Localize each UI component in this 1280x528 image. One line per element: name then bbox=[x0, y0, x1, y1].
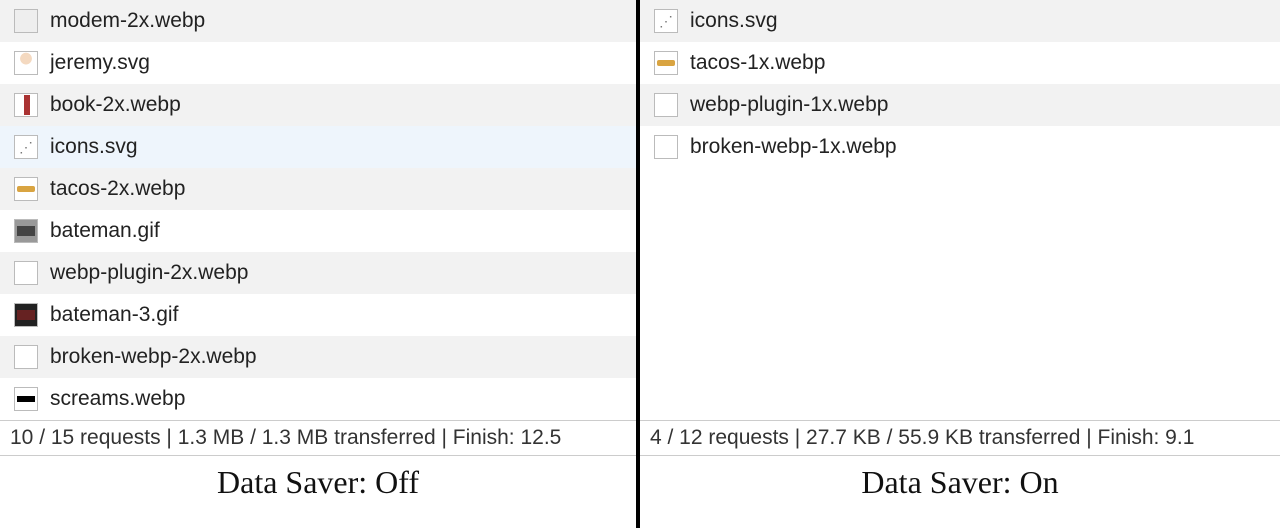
file-thumbnail-icon bbox=[654, 9, 678, 33]
status-text: 10 / 15 requests | 1.3 MB / 1.3 MB trans… bbox=[10, 426, 561, 450]
table-row[interactable]: modem-2x.webp bbox=[0, 0, 636, 42]
table-row[interactable]: webp-plugin-1x.webp bbox=[640, 84, 1280, 126]
table-row[interactable]: bateman-3.gif bbox=[0, 294, 636, 336]
file-thumbnail-icon bbox=[654, 93, 678, 117]
file-name-label: bateman.gif bbox=[50, 219, 160, 243]
table-row[interactable]: bateman.gif bbox=[0, 210, 636, 252]
file-thumbnail-icon bbox=[654, 135, 678, 159]
table-row[interactable]: book-2x.webp bbox=[0, 84, 636, 126]
table-row[interactable]: broken-webp-1x.webp bbox=[640, 126, 1280, 168]
file-name-label: tacos-1x.webp bbox=[690, 51, 825, 75]
file-thumbnail-icon bbox=[654, 51, 678, 75]
file-name-label: webp-plugin-2x.webp bbox=[50, 261, 248, 285]
file-thumbnail-icon bbox=[14, 261, 38, 285]
table-row[interactable]: webp-plugin-2x.webp bbox=[0, 252, 636, 294]
file-thumbnail-icon bbox=[14, 93, 38, 117]
file-name-label: broken-webp-1x.webp bbox=[690, 135, 897, 159]
file-name-label: icons.svg bbox=[50, 135, 138, 159]
table-row[interactable]: screams.webp bbox=[0, 378, 636, 420]
file-thumbnail-icon bbox=[14, 219, 38, 243]
file-name-label: book-2x.webp bbox=[50, 93, 181, 117]
status-bar-left: 10 / 15 requests | 1.3 MB / 1.3 MB trans… bbox=[0, 420, 636, 456]
file-name-label: modem-2x.webp bbox=[50, 9, 205, 33]
file-thumbnail-icon bbox=[14, 303, 38, 327]
table-row[interactable]: tacos-2x.webp bbox=[0, 168, 636, 210]
caption-left: Data Saver: Off bbox=[0, 456, 636, 505]
file-name-label: jeremy.svg bbox=[50, 51, 150, 75]
pane-data-saver-on: icons.svg tacos-1x.webp webp-plugin-1x.web… bbox=[640, 0, 1280, 528]
status-text: 4 / 12 requests | 27.7 KB / 55.9 KB tran… bbox=[650, 426, 1194, 450]
file-list-right: icons.svg tacos-1x.webp webp-plugin-1x.web… bbox=[640, 0, 1280, 168]
table-row[interactable]: icons.svg bbox=[640, 0, 1280, 42]
table-row[interactable]: jeremy.svg bbox=[0, 42, 636, 84]
file-thumbnail-icon bbox=[14, 9, 38, 33]
file-thumbnail-icon bbox=[14, 135, 38, 159]
file-name-label: webp-plugin-1x.webp bbox=[690, 93, 888, 117]
file-thumbnail-icon bbox=[14, 51, 38, 75]
table-row[interactable]: broken-webp-2x.webp bbox=[0, 336, 636, 378]
file-list-left: modem-2x.webp jeremy.svg book-2x.webp icons… bbox=[0, 0, 636, 420]
file-thumbnail-icon bbox=[14, 345, 38, 369]
status-bar-right: 4 / 12 requests | 27.7 KB / 55.9 KB tran… bbox=[640, 420, 1280, 456]
pane-data-saver-off: modem-2x.webp jeremy.svg book-2x.webp icons… bbox=[0, 0, 640, 528]
caption-right: Data Saver: On bbox=[640, 456, 1280, 505]
file-name-label: icons.svg bbox=[690, 9, 778, 33]
table-row[interactable]: tacos-1x.webp bbox=[640, 42, 1280, 84]
file-thumbnail-icon bbox=[14, 387, 38, 411]
file-thumbnail-icon bbox=[14, 177, 38, 201]
file-name-label: bateman-3.gif bbox=[50, 303, 178, 327]
file-name-label: tacos-2x.webp bbox=[50, 177, 185, 201]
table-row[interactable]: icons.svg bbox=[0, 126, 636, 168]
file-name-label: broken-webp-2x.webp bbox=[50, 345, 257, 369]
file-name-label: screams.webp bbox=[50, 387, 185, 411]
